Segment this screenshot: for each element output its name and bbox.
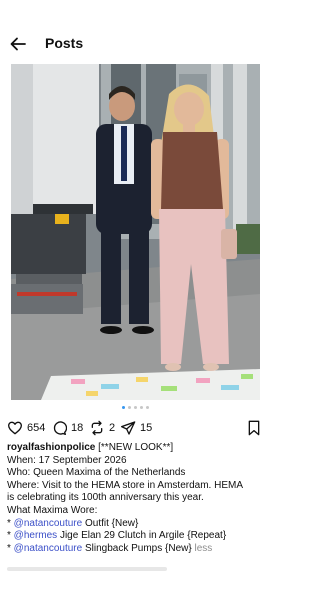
item-text: Slingback Pumps {New} xyxy=(82,542,195,554)
bullet: * xyxy=(7,542,14,554)
item-text: Outfit {New} xyxy=(82,517,139,529)
repost-count: 2 xyxy=(109,422,116,434)
post-actions: 654 18 2 15 xyxy=(7,418,263,438)
caption-what-wore: What Maxima Wore: xyxy=(7,504,98,516)
post-image[interactable] xyxy=(11,64,260,400)
send-icon xyxy=(121,421,136,435)
repost-button[interactable]: 2 xyxy=(89,418,115,438)
arrow-left-icon xyxy=(10,37,26,51)
like-count: 654 xyxy=(27,422,46,434)
caption-who: Who: Queen Maxima of the Netherlands xyxy=(7,467,186,479)
caption-item-pumps: * @natancouture Slingback Pumps {New} le… xyxy=(7,543,263,556)
caption-less-link[interactable]: less xyxy=(194,543,212,554)
comment-icon xyxy=(53,421,67,435)
app-header: Posts xyxy=(0,0,270,64)
mention-link[interactable]: @hermes xyxy=(14,530,58,541)
heart-icon xyxy=(7,421,22,435)
caption-headline: [**NEW LOOK**] xyxy=(98,442,174,453)
repost-icon xyxy=(91,420,103,436)
share-count: 15 xyxy=(140,422,153,434)
carousel-dot[interactable] xyxy=(121,406,125,409)
caption-item-clutch: * @hermes Jige Elan 29 Clutch in Argile … xyxy=(7,530,263,543)
bullet: * xyxy=(7,517,14,529)
mention-link[interactable]: @natancouture xyxy=(14,518,83,529)
carousel-dot[interactable] xyxy=(133,406,137,409)
comment-button[interactable]: 18 xyxy=(51,418,83,438)
carousel-dot[interactable] xyxy=(145,406,149,409)
next-post-peek xyxy=(7,566,263,578)
share-button[interactable]: 15 xyxy=(120,418,152,438)
blurred-text xyxy=(7,567,167,571)
caption-where-2: is celebrating its 100th anniversary thi… xyxy=(7,492,204,504)
item-text: Jige Elan 29 Clutch in Argile {Repeat} xyxy=(57,530,227,542)
like-button[interactable]: 654 xyxy=(7,418,45,438)
carousel-dot[interactable] xyxy=(127,406,131,409)
back-button[interactable] xyxy=(8,34,28,54)
bookmark-icon xyxy=(248,420,260,436)
photo-illustration xyxy=(11,64,260,400)
save-button[interactable] xyxy=(247,420,261,441)
caption-where-1: Where: Visit to the HEMA store in Amster… xyxy=(7,479,244,491)
post-caption: royalfashionpolice [**NEW LOOK**] When: … xyxy=(7,442,263,555)
caption-item-outfit: * @natancouture Outfit {New} xyxy=(7,518,263,531)
caption-username[interactable]: royalfashionpolice xyxy=(7,442,95,453)
carousel-dot[interactable] xyxy=(139,406,143,409)
bullet: * xyxy=(7,530,14,542)
comment-count: 18 xyxy=(71,422,84,434)
caption-when: When: 17 September 2026 xyxy=(7,454,127,466)
page-title: Posts xyxy=(45,35,84,51)
carousel-indicator xyxy=(0,406,270,409)
mention-link[interactable]: @natancouture xyxy=(14,543,83,554)
